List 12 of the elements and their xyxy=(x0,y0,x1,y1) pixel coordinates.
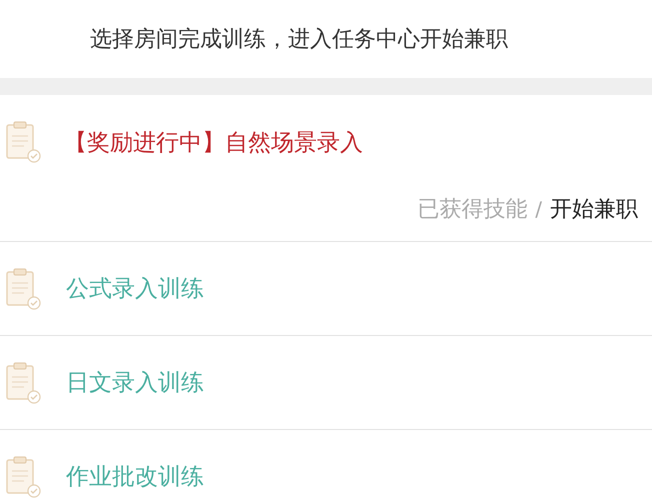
task-title[interactable]: 日文录入训练 xyxy=(66,367,204,398)
clipboard-icon xyxy=(4,120,42,164)
clipboard-icon xyxy=(4,454,42,498)
start-job-link[interactable]: 开始兼职 xyxy=(550,194,638,224)
instruction-text: 选择房间完成训练，进入任务中心开始兼职 xyxy=(90,26,508,54)
task-title[interactable]: 公式录入训练 xyxy=(66,273,204,304)
clipboard-icon xyxy=(4,266,42,310)
task-title[interactable]: 【奖励进行中】自然场景录入 xyxy=(64,126,363,158)
skill-status: 已获得技能 xyxy=(417,196,528,224)
separator: / xyxy=(535,197,542,221)
clipboard-icon xyxy=(4,360,42,404)
task-title[interactable]: 作业批改训练 xyxy=(66,461,204,492)
